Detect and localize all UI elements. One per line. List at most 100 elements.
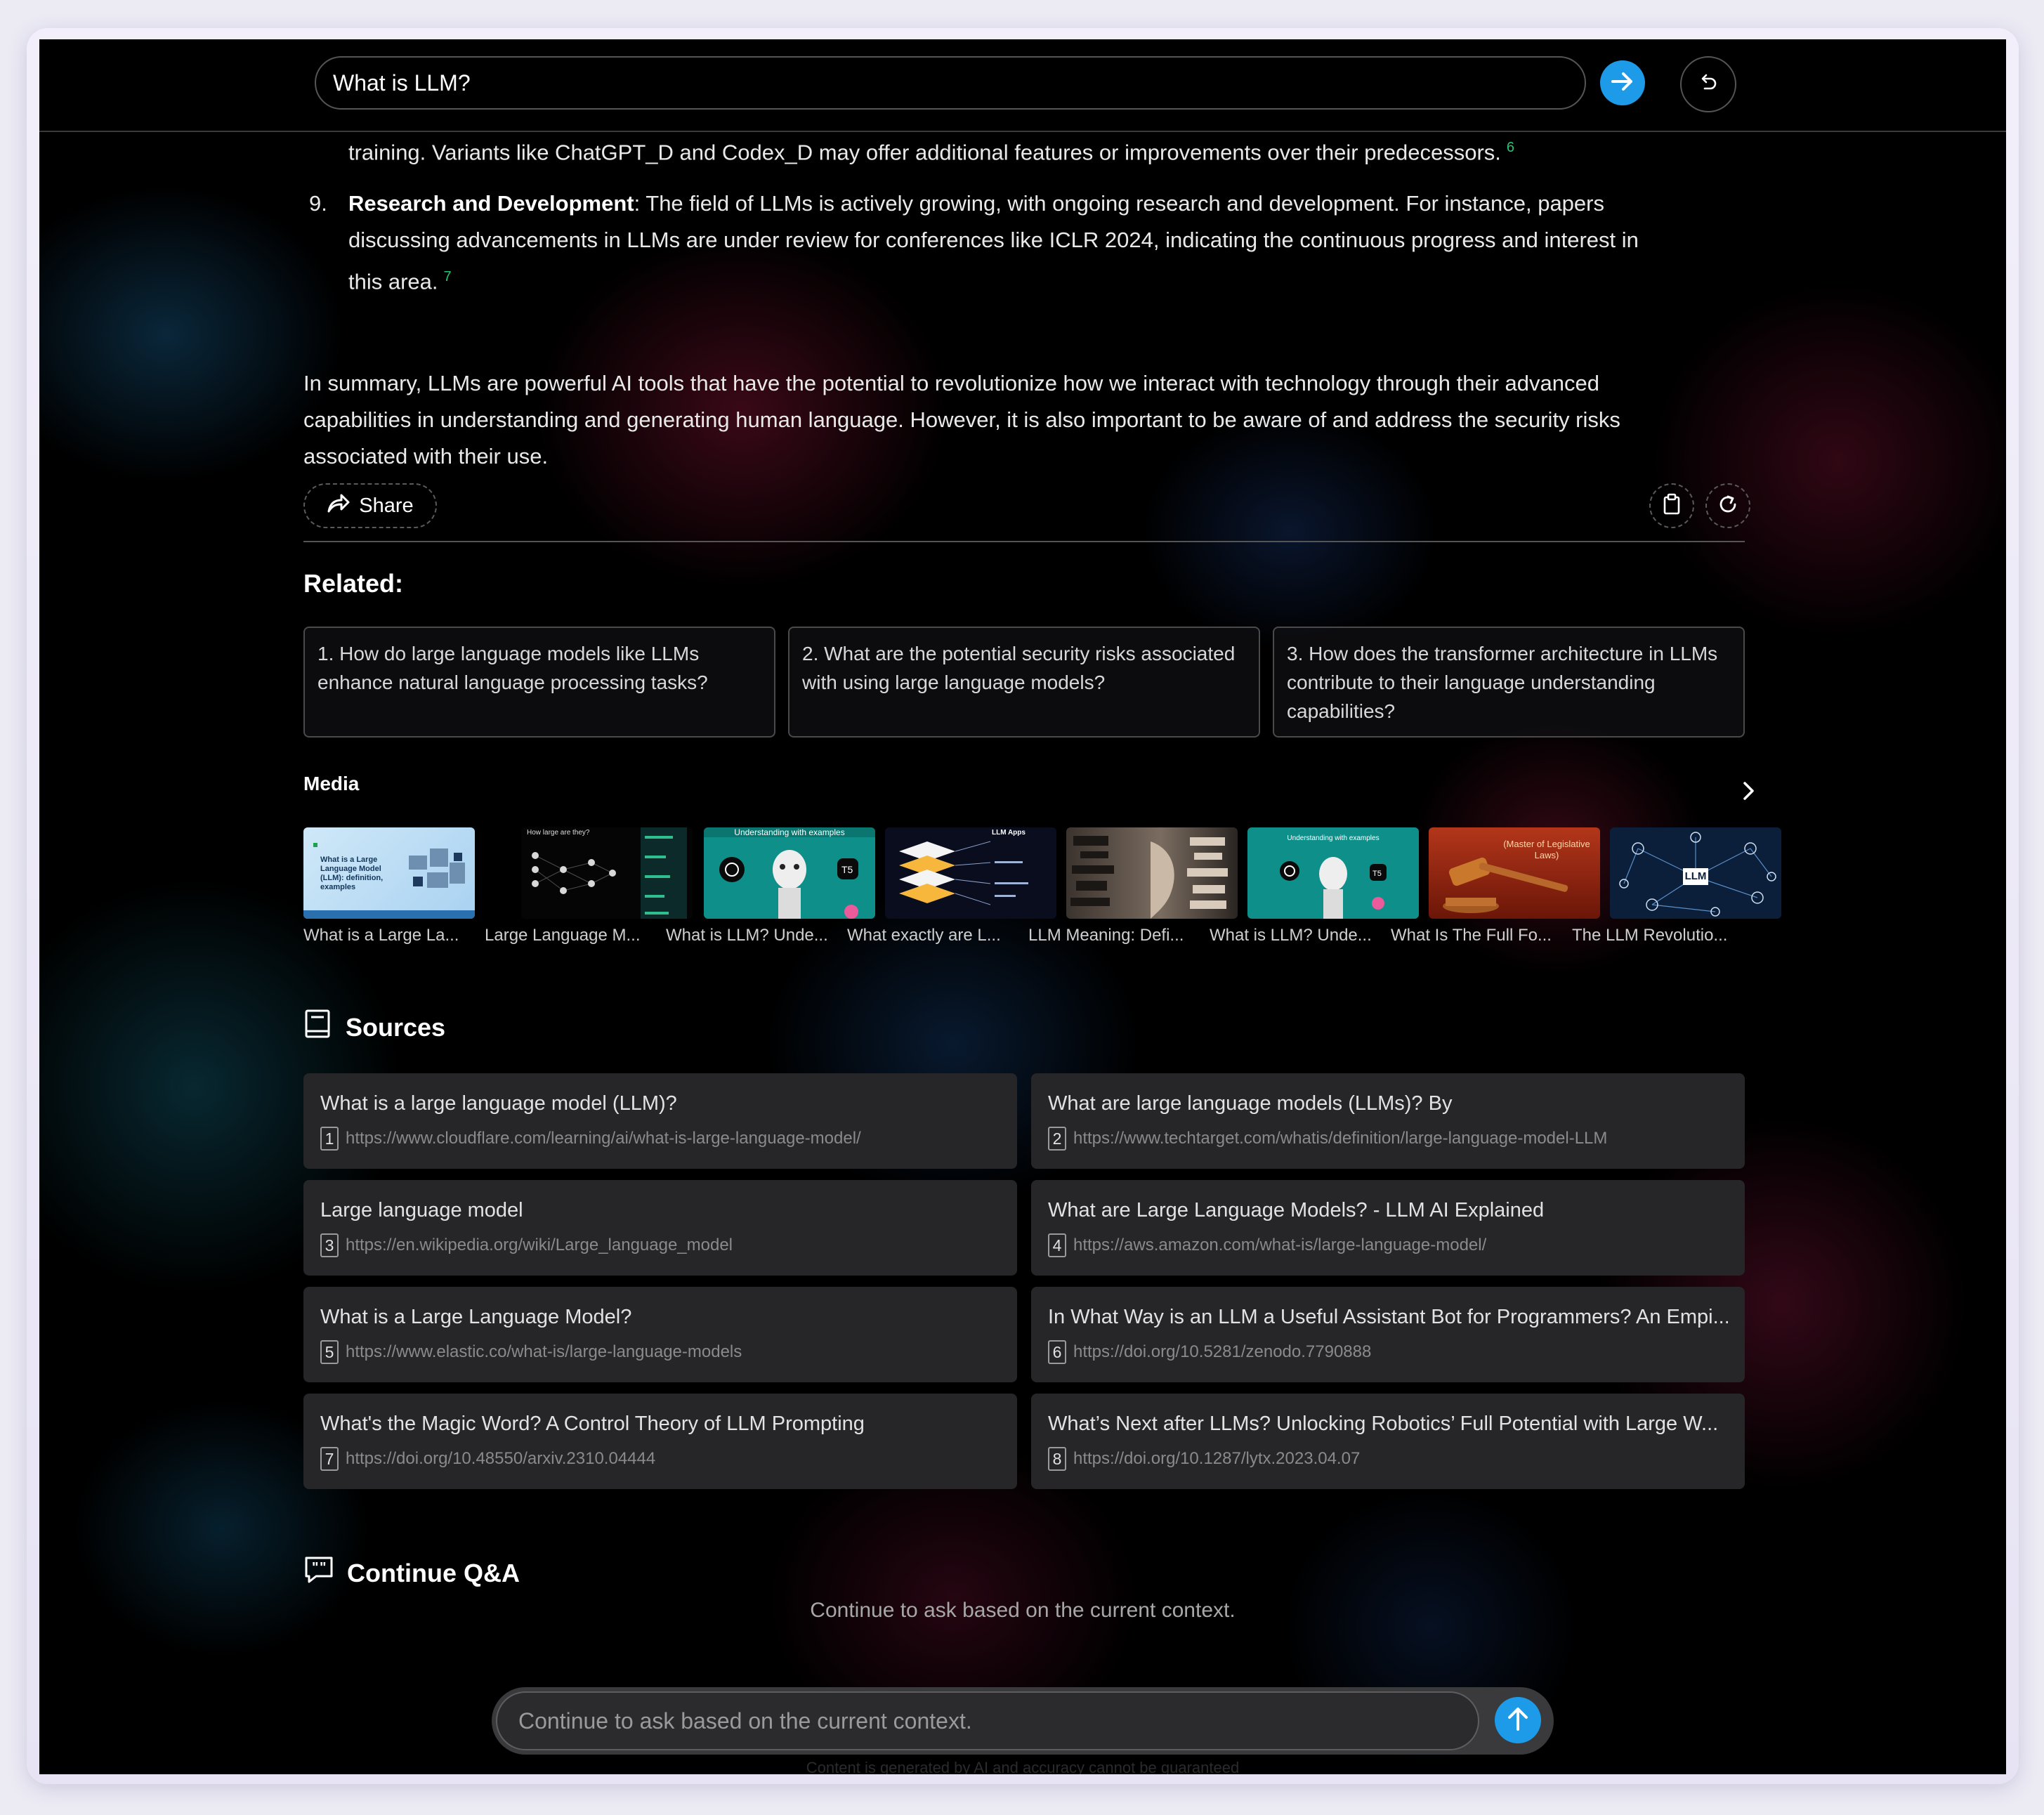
thumbnail-7-text: (Master of Legislative Laws) bbox=[1503, 839, 1590, 860]
regenerate-button[interactable] bbox=[1705, 483, 1750, 528]
source-card-3[interactable]: Large language model 3 https://en.wikiped… bbox=[303, 1180, 1017, 1276]
source-card-1[interactable]: What is a large language model (LLM)? 1h… bbox=[303, 1073, 1017, 1169]
thumbnail-2-text: How large are they? bbox=[527, 829, 590, 837]
source-url[interactable]: https://www.cloudflare.com/learning/ai/w… bbox=[346, 1129, 861, 1148]
item9-line-1: Research and Development: The field of L… bbox=[348, 185, 1753, 222]
media-thumbnail-2[interactable]: How large are they? bbox=[521, 827, 693, 919]
item9-text-end: this area. bbox=[348, 269, 438, 294]
chevron-right-icon bbox=[1741, 780, 1757, 805]
source-url[interactable]: https://www.elastic.co/what-is/large-lan… bbox=[346, 1342, 742, 1362]
copy-button[interactable] bbox=[1649, 483, 1694, 528]
refresh-icon bbox=[1717, 493, 1739, 519]
media-caption-5[interactable]: LLM Meaning: Defi... bbox=[1028, 926, 1200, 945]
item9-line-3: this area. 7 bbox=[348, 258, 1753, 300]
source-meta: 5 https://www.elastic.co/what-is/large-la… bbox=[320, 1340, 1000, 1364]
related-question-1[interactable]: 1. How do large language models like LLM… bbox=[303, 627, 775, 738]
source-card-8[interactable]: What’s Next after LLMs? Unlocking Roboti… bbox=[1031, 1394, 1745, 1489]
media-caption-1[interactable]: What is a Large La... bbox=[303, 926, 475, 945]
source-card-5[interactable]: What is a Large Language Model? 5 https:/… bbox=[303, 1287, 1017, 1382]
source-number: 2 bbox=[1048, 1127, 1066, 1151]
robot-image: T5 bbox=[719, 850, 858, 919]
media-thumbnail-3[interactable]: T5 Understanding with examples bbox=[704, 827, 875, 919]
source-url[interactable]: https://www.techtarget.com/whatis/defini… bbox=[1073, 1129, 1607, 1148]
ai-disclaimer: Content is generated by AI and accuracy … bbox=[806, 1759, 1240, 1774]
source-number: 7 bbox=[320, 1447, 339, 1471]
svg-text:": " bbox=[312, 1560, 318, 1575]
source-url[interactable]: https://doi.org/10.48550/arxiv.2310.0444… bbox=[346, 1449, 655, 1469]
share-button[interactable]: Share bbox=[303, 483, 437, 528]
media-caption-3[interactable]: What is LLM? Unde... bbox=[666, 926, 837, 945]
arrow-up-icon bbox=[1506, 1705, 1530, 1736]
answer-continuation: training. Variants like ChatGPT_D and Co… bbox=[348, 129, 1514, 171]
text-face-image bbox=[1070, 836, 1228, 919]
thumbnail-3-text: Understanding with examples bbox=[704, 827, 875, 837]
media-caption-6[interactable]: What is LLM? Unde... bbox=[1210, 926, 1381, 945]
share-label: Share bbox=[359, 494, 414, 517]
media-thumbnail-6[interactable]: T5 Understanding with examples bbox=[1247, 827, 1419, 919]
item9-text: : The field of LLMs is actively growing,… bbox=[634, 191, 1604, 216]
media-caption-2[interactable]: Large Language M... bbox=[485, 926, 656, 945]
media-thumbnail-1[interactable]: What is a Large Language Model (LLM): de… bbox=[303, 827, 475, 919]
source-title: Large language model bbox=[320, 1199, 523, 1221]
media-next-button[interactable] bbox=[1735, 778, 1763, 806]
summary-line-1: In summary, LLMs are powerful AI tools t… bbox=[303, 371, 1599, 395]
related-question-3[interactable]: 3. How does the transformer architecture… bbox=[1273, 627, 1745, 738]
media-thumbnail-8[interactable]: LLM bbox=[1610, 827, 1781, 919]
continuation-text: training. Variants like ChatGPT_D and Co… bbox=[348, 140, 1501, 165]
source-title: What’s Next after LLMs? Unlocking Roboti… bbox=[1048, 1413, 1719, 1435]
source-number: 3 bbox=[320, 1233, 339, 1257]
share-icon bbox=[327, 492, 351, 519]
follow-up-send-button[interactable] bbox=[1495, 1697, 1541, 1743]
source-title: What is a Large Language Model? bbox=[320, 1306, 632, 1328]
answer-item-9: Research and Development: The field of L… bbox=[348, 185, 1753, 300]
item9-line-2: discussing advancements in LLMs are unde… bbox=[348, 228, 1639, 252]
citation-7[interactable]: 7 bbox=[444, 269, 452, 284]
media-caption-7[interactable]: What Is The Full Fo... bbox=[1391, 926, 1562, 945]
source-meta: 4 https://aws.amazon.com/what-is/large-la… bbox=[1048, 1233, 1728, 1257]
source-card-4[interactable]: What are Large Language Models? - LLM AI… bbox=[1031, 1180, 1745, 1276]
source-card-6[interactable]: In What Way is an LLM a Useful Assistant… bbox=[1031, 1287, 1745, 1382]
item9-title: Research and Development bbox=[348, 191, 634, 216]
neural-network-image bbox=[532, 827, 687, 919]
source-url[interactable]: https://en.wikipedia.org/wiki/Large_lang… bbox=[346, 1236, 733, 1255]
thumbnail-8-text: LLM bbox=[1684, 870, 1707, 882]
source-card-7[interactable]: What's the Magic Word? A Control Theory … bbox=[303, 1394, 1017, 1489]
media-thumbnail-7[interactable]: (Master of Legislative Laws) bbox=[1429, 827, 1600, 919]
source-number: 6 bbox=[1048, 1340, 1066, 1364]
follow-up-input[interactable]: Continue to ask based on the current con… bbox=[496, 1691, 1479, 1750]
source-meta: 8 https://doi.org/10.1287/lytx.2023.04.07 bbox=[1048, 1447, 1728, 1471]
actions-divider bbox=[303, 541, 1745, 542]
source-url[interactable]: https://doi.org/10.5281/zenodo.7790888 bbox=[1073, 1342, 1371, 1362]
source-meta: 1 https://www.cloudflare.com/learning/ai/… bbox=[320, 1127, 1000, 1151]
thumbnail-1-text: What is a Large Language Model (LLM): de… bbox=[320, 856, 384, 891]
list-number-9: 9. bbox=[309, 191, 327, 216]
related-question-2[interactable]: 2. What are the potential security risks… bbox=[788, 627, 1260, 738]
media-thumbnail-5[interactable] bbox=[1066, 827, 1238, 919]
media-thumbnail-4[interactable]: LLM Apps bbox=[885, 827, 1056, 919]
source-title: In What Way is an LLM a Useful Assistant… bbox=[1048, 1306, 1728, 1328]
source-number: 8 bbox=[1048, 1447, 1066, 1471]
continue-qa-hint: Continue to ask based on the current con… bbox=[810, 1599, 1236, 1622]
query-input[interactable]: What is LLM? bbox=[315, 56, 1586, 110]
summary-line-3: associated with their use. bbox=[303, 444, 549, 469]
citation-6[interactable]: 6 bbox=[1507, 140, 1514, 155]
summary-line-2: capabilities in understanding and genera… bbox=[303, 407, 1620, 432]
source-meta: 3 https://en.wikipedia.org/wiki/Large_lan… bbox=[320, 1233, 1000, 1257]
arrow-right-icon bbox=[1610, 70, 1635, 96]
undo-icon bbox=[1698, 72, 1719, 97]
source-meta: 2 https://www.techtarget.com/whatis/defin… bbox=[1048, 1127, 1728, 1151]
media-caption-4[interactable]: What exactly are L... bbox=[847, 926, 1018, 945]
source-url[interactable]: https://doi.org/10.1287/lytx.2023.04.07 bbox=[1073, 1449, 1360, 1469]
source-number: 5 bbox=[320, 1340, 339, 1364]
app-window: training. Variants like ChatGPT_D and Co… bbox=[39, 39, 2006, 1774]
source-card-2[interactable]: What are large language models (LLMs)? B… bbox=[1031, 1073, 1745, 1169]
follow-up-bar: Continue to ask based on the current con… bbox=[492, 1687, 1554, 1755]
thumbnail-4-text: LLM Apps bbox=[992, 829, 1026, 837]
stacked-layers-image bbox=[899, 841, 1028, 905]
continue-qa-title: Continue Q&A bbox=[347, 1558, 520, 1587]
submit-query-button[interactable] bbox=[1600, 60, 1645, 105]
source-meta: 6 https://doi.org/10.5281/zenodo.7790888 bbox=[1048, 1340, 1728, 1364]
media-caption-8[interactable]: The LLM Revolutio... bbox=[1572, 926, 1743, 945]
source-url[interactable]: https://aws.amazon.com/what-is/large-lan… bbox=[1073, 1236, 1486, 1255]
reset-button[interactable] bbox=[1680, 56, 1736, 112]
